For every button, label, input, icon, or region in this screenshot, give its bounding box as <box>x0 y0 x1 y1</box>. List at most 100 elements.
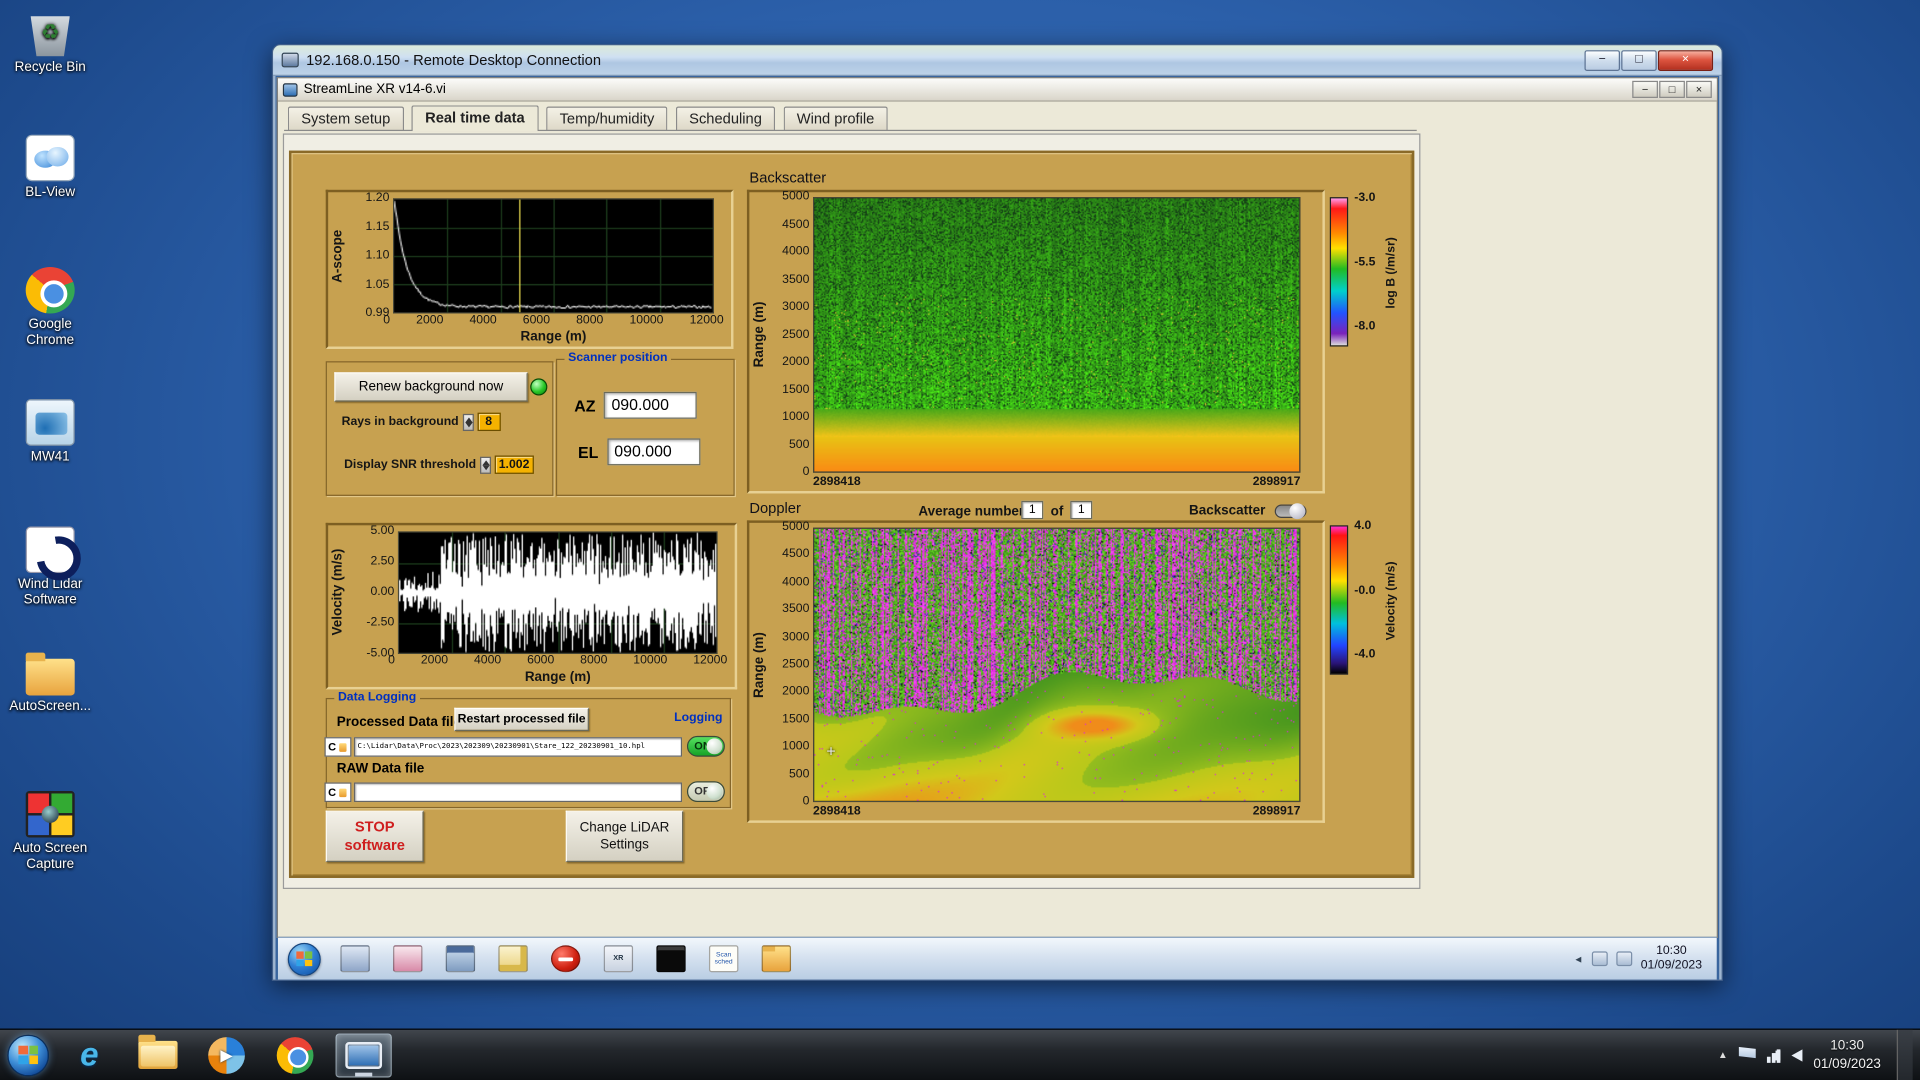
hidden-icons-arrow[interactable]: ◄ <box>1573 953 1583 964</box>
desktop-icon-bl-view[interactable]: BL-View <box>5 134 96 201</box>
velocity-canvas[interactable] <box>399 532 717 653</box>
processed-logging-toggle[interactable]: ON <box>686 735 725 757</box>
tick-label: 2000 <box>782 684 810 699</box>
volume-tray-icon[interactable] <box>1591 951 1608 967</box>
el-value-field[interactable]: 090.000 <box>606 438 700 466</box>
taskbar-icon-streamline-xr[interactable]: XR <box>600 943 637 975</box>
app-titlebar[interactable]: StreamLine XR v14-6.vi − □ × <box>277 78 1717 102</box>
app-minimize-button[interactable]: − <box>1632 80 1658 98</box>
network-tray-icon[interactable] <box>1616 951 1633 967</box>
change-lidar-settings-button[interactable]: Change LiDAR Settings <box>565 810 684 863</box>
taskbar-icon-file-explorer[interactable] <box>758 943 795 975</box>
average-total-field[interactable]: 1 <box>1070 500 1093 520</box>
processed-drive-selector[interactable]: C <box>324 737 352 757</box>
app-restore-button[interactable]: □ <box>1659 80 1685 98</box>
snr-value-field[interactable]: 1.002 <box>494 455 534 474</box>
minimize-button[interactable]: − <box>1584 49 1620 71</box>
snr-threshold-label: Display SNR threshold <box>344 457 477 472</box>
maximize-button[interactable]: □ <box>1621 49 1657 71</box>
raw-logging-toggle[interactable]: OFF <box>686 781 725 803</box>
background-controls-group: Renew background now Rays in background … <box>325 361 554 496</box>
start-button[interactable] <box>7 1034 49 1076</box>
tab-temp-humidity[interactable]: Temp/humidity <box>546 106 668 132</box>
average-number-field[interactable]: 1 <box>1021 500 1044 520</box>
tab-system-setup[interactable]: System setup <box>287 106 404 132</box>
tick-label: 5000 <box>782 520 810 534</box>
taskbar-icon-chrome[interactable] <box>267 1033 323 1077</box>
tick-label: 0 <box>802 465 810 479</box>
remote-taskbar: XR Scan sched ◄ 10:30 01/09/2023 <box>277 936 1717 980</box>
scan-scheduler-icon: Scan sched <box>708 945 739 973</box>
tick-label: 3500 <box>782 272 810 286</box>
auto-screen-capture-icon <box>25 791 75 838</box>
taskbar-icon-notepad[interactable] <box>337 943 374 975</box>
media-player-icon: ▶ <box>208 1036 245 1074</box>
app-close-button[interactable]: × <box>1686 80 1712 98</box>
taskbar-icon-resource-monitor[interactable] <box>442 943 479 975</box>
snr-spinner[interactable] <box>479 456 491 474</box>
taskbar-icon-paint[interactable] <box>389 943 426 975</box>
doppler-cursor-crosshair[interactable]: + <box>826 744 835 760</box>
tick-label: 1.05 <box>365 277 390 291</box>
taskbar-icon-remote-desktop[interactable] <box>335 1032 392 1077</box>
tick-label: 12000 <box>693 653 728 668</box>
tab-real-time-data[interactable]: Real time data <box>411 105 539 132</box>
remote-clock[interactable]: 10:30 01/09/2023 <box>1641 943 1707 974</box>
taskbar-icon-shared-folders[interactable] <box>495 943 532 975</box>
stop-software-button[interactable]: STOP software <box>325 810 424 863</box>
raw-drive-selector[interactable]: C <box>324 782 352 803</box>
backscatter-display-toggle[interactable] <box>1274 503 1307 520</box>
desktop-icon-autoscreen-folder[interactable]: AutoScreen... <box>5 652 96 715</box>
tab-wind-profile[interactable]: Wind profile <box>783 106 888 132</box>
tick-label: 4000 <box>469 313 497 327</box>
doppler-canvas[interactable] <box>814 528 1300 801</box>
ascope-canvas[interactable] <box>394 199 713 313</box>
taskbar-icon-command-prompt[interactable] <box>653 943 690 975</box>
remote-start-button[interactable] <box>287 942 321 976</box>
backscatter-plot-area <box>813 197 1301 473</box>
rdp-titlebar[interactable]: 192.168.0.150 - Remote Desktop Connectio… <box>273 45 1722 76</box>
show-hidden-icons-arrow[interactable]: ▲ <box>1718 1049 1728 1060</box>
doppler-colorbar <box>1329 525 1349 675</box>
rays-spinner[interactable] <box>462 413 474 431</box>
desktop-icon-auto-screen-capture[interactable]: Auto Screen Capture <box>5 791 96 872</box>
action-center-flag-icon[interactable] <box>1738 1046 1756 1063</box>
tick-label: 2500 <box>782 657 810 671</box>
tick-label: 1500 <box>782 382 810 397</box>
taskbar-icon-media-player[interactable]: ▶ <box>198 1033 254 1077</box>
tick-label: 1000 <box>782 410 810 424</box>
rays-value-field[interactable]: 8 <box>477 412 501 432</box>
taskbar-icon-scan-scheduler[interactable]: Scan sched <box>705 943 742 975</box>
show-desktop-button[interactable] <box>1896 1029 1913 1080</box>
desktop-icon-google-chrome[interactable]: Google Chrome <box>5 266 96 348</box>
chrome-icon <box>25 266 75 314</box>
taskbar-icon-stop-app[interactable] <box>547 943 584 975</box>
velocity-y-ticks: 5.00 2.50 0.00 -2.50 -5.00 <box>347 525 398 660</box>
doppler-y-axis-label: Range (m) <box>751 631 767 698</box>
desktop-icon-label: AutoScreen... <box>9 699 92 714</box>
tick-label: 500 <box>788 767 810 781</box>
processed-path-field[interactable]: C:\Lidar\Data\Proc\2023\202309\20230901\… <box>353 737 683 757</box>
tick-label: 1.15 <box>365 219 390 234</box>
desktop-icon-wind-lidar[interactable]: Wind Lidar Software <box>5 526 96 608</box>
backscatter-canvas[interactable] <box>814 198 1300 472</box>
clock[interactable]: 10:30 01/09/2023 <box>1813 1037 1880 1072</box>
az-value-field[interactable]: 090.000 <box>604 391 698 419</box>
velocity-plot: Velocity (m/s) 5.00 2.50 0.00 -2.50 -5.00 02… <box>325 522 738 690</box>
backscatter-toggle-label: Backscatter <box>1188 503 1266 518</box>
taskbar-icon-internet-explorer[interactable]: e <box>61 1033 117 1077</box>
tick-label: 6000 <box>522 313 551 327</box>
desktop-icon-mw41[interactable]: MW41 <box>5 399 96 465</box>
raw-path-field[interactable] <box>353 782 683 803</box>
close-button[interactable]: × <box>1657 49 1714 71</box>
taskbar-icon-windows-explorer[interactable] <box>130 1033 186 1077</box>
renew-background-button[interactable]: Renew background now <box>334 372 528 402</box>
tick-label: 2500 <box>782 327 810 342</box>
volume-icon[interactable] <box>1775 1048 1803 1062</box>
restart-processed-file-button[interactable]: Restart processed file <box>454 707 589 732</box>
tick-label: 2.50 <box>370 554 395 569</box>
tab-scheduling[interactable]: Scheduling <box>675 106 776 132</box>
desktop-icon-recycle-bin[interactable]: ♻ Recycle Bin <box>5 10 96 76</box>
stop-button-line2: software <box>344 836 405 854</box>
notepad-icon <box>340 945 370 973</box>
